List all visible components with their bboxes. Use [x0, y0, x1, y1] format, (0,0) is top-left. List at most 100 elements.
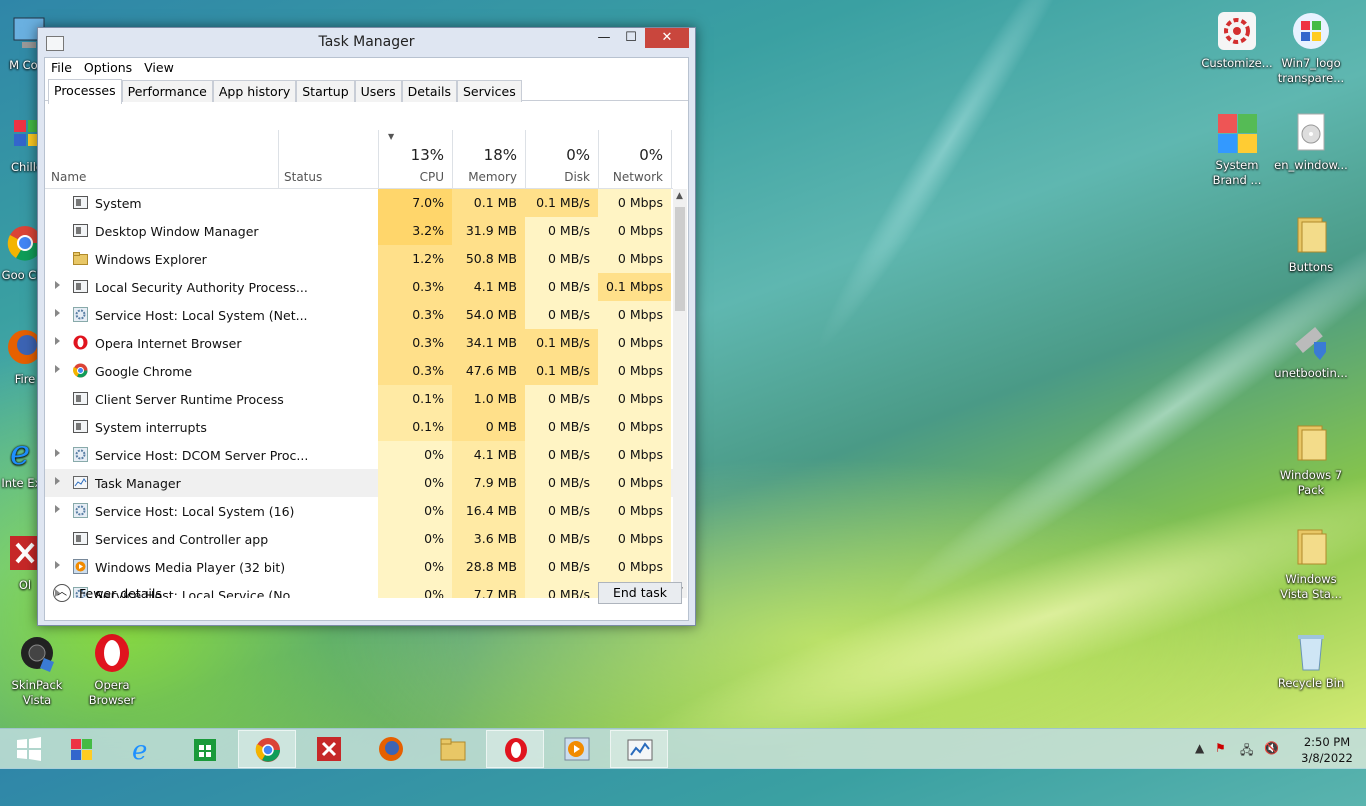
- desktop-icon-windows7-pack[interactable]: Windows 7 Pack: [1274, 422, 1348, 498]
- folder-icon: [1290, 422, 1332, 464]
- tab-users[interactable]: Users: [354, 80, 402, 102]
- column-cpu[interactable]: ▼ 13% CPU: [378, 130, 453, 188]
- taskbar-red-x-app[interactable]: [300, 730, 358, 768]
- taskbar-store[interactable]: [176, 730, 234, 768]
- taskbar-task-manager[interactable]: [610, 730, 668, 768]
- tab-startup[interactable]: Startup: [296, 80, 355, 102]
- close-button[interactable]: ✕: [645, 28, 689, 48]
- expand-chevron-icon[interactable]: [55, 449, 60, 457]
- tray-network-icon[interactable]: 🖧: [1240, 741, 1253, 762]
- svg-text:e: e: [10, 433, 30, 472]
- process-name: Client Server Runtime Process: [95, 392, 284, 407]
- process-cpu-cell: 0%: [378, 525, 452, 553]
- taskbar-opera[interactable]: [486, 730, 544, 768]
- tray-chevron-up-icon[interactable]: ▲: [1195, 741, 1204, 755]
- vertical-scrollbar[interactable]: ▲ ▼: [673, 189, 687, 598]
- process-net-cell: 0 Mbps: [598, 525, 671, 553]
- desktop-icon-opera-browser[interactable]: Opera Browser: [75, 632, 149, 708]
- process-net-cell: 0 Mbps: [598, 301, 671, 329]
- expand-chevron-icon[interactable]: [55, 337, 60, 345]
- desktop-icon-buttons[interactable]: Buttons: [1274, 214, 1348, 275]
- desktop-icon-unetbootin[interactable]: unetbootin...: [1274, 320, 1348, 381]
- process-row[interactable]: Windows Media Player (32 bit) 0% 28.8 MB 0 …: [45, 553, 673, 581]
- tab-performance[interactable]: Performance: [121, 80, 213, 102]
- folder-icon: [440, 738, 466, 761]
- process-row[interactable]: System 7.0% 0.1 MB 0.1 MB/s 0 Mbps: [45, 189, 673, 217]
- expand-chevron-icon[interactable]: [55, 281, 60, 289]
- process-net-cell: 0 Mbps: [598, 413, 671, 441]
- process-mem-cell: 1.0 MB: [452, 385, 525, 413]
- process-row[interactable]: Client Server Runtime Process 0.1% 1.0 MB 0…: [45, 385, 673, 413]
- menu-file[interactable]: File: [45, 58, 78, 78]
- desktop-icon-recycle-bin[interactable]: Recycle Bin: [1274, 630, 1348, 691]
- process-row[interactable]: Google Chrome 0.3% 47.6 MB 0.1 MB/s 0 Mbps: [45, 357, 673, 385]
- process-row[interactable]: Services and Controller app 0% 3.6 MB 0 MB/…: [45, 525, 673, 553]
- tray-flag-alert-icon[interactable]: ⚑: [1215, 741, 1226, 755]
- end-task-button[interactable]: End task: [598, 582, 682, 604]
- task-manager-window[interactable]: Task Manager — ☐ ✕ File Options View Pro…: [37, 27, 696, 626]
- process-net-cell: 0 Mbps: [598, 385, 671, 413]
- expand-chevron-icon[interactable]: [55, 561, 60, 569]
- column-memory[interactable]: 18% Memory: [452, 130, 526, 188]
- process-name: Google Chrome: [95, 364, 193, 379]
- taskbar-media-player[interactable]: [548, 730, 606, 768]
- menu-view[interactable]: View: [138, 58, 180, 78]
- desktop-icon-customize[interactable]: Customize...: [1200, 10, 1274, 71]
- customize-gear-icon: [1216, 10, 1258, 52]
- windows-flag-icon: [71, 739, 92, 760]
- fewer-details-button[interactable]: ︿ Fewer details: [53, 584, 162, 602]
- desktop-icon-win7-logo[interactable]: Win7_logo transpare...: [1274, 10, 1348, 86]
- process-net-cell: 0 Mbps: [598, 245, 671, 273]
- process-row[interactable]: Service Host: DCOM Server Proc... 0% 4.1 M…: [45, 441, 673, 469]
- process-status: [278, 329, 378, 357]
- taskbar-google-chrome[interactable]: [238, 730, 296, 768]
- process-mem-cell: 47.6 MB: [452, 357, 525, 385]
- process-status: [278, 497, 378, 525]
- expand-chevron-icon[interactable]: [55, 505, 60, 513]
- process-row[interactable]: Opera Internet Browser 0.3% 34.1 MB 0.1 MB/…: [45, 329, 673, 357]
- start-button[interactable]: [0, 730, 58, 768]
- red-x-icon: [317, 737, 341, 761]
- desktop-icon-system-brand[interactable]: System Brand ...: [1200, 112, 1274, 188]
- scroll-up-icon[interactable]: ▲: [676, 191, 683, 201]
- process-row[interactable]: Task Manager 0% 7.9 MB 0 MB/s 0 Mbps: [45, 469, 673, 497]
- process-mem-cell: 7.9 MB: [452, 469, 525, 497]
- taskbar-firefox[interactable]: [362, 730, 420, 768]
- desktop-icon-en-windows[interactable]: en_window...: [1274, 112, 1348, 173]
- taskbar-internet-explorer[interactable]: e: [114, 730, 172, 768]
- process-row[interactable]: Windows Explorer 1.2% 50.8 MB 0 MB/s 0 Mbps: [45, 245, 673, 273]
- process-icon: [73, 531, 88, 546]
- expand-chevron-icon[interactable]: [55, 365, 60, 373]
- maximize-button[interactable]: ☐: [618, 28, 644, 48]
- taskbar-file-explorer[interactable]: [424, 730, 482, 768]
- minimize-button[interactable]: —: [591, 28, 617, 48]
- column-name[interactable]: Name: [45, 130, 279, 188]
- usb-shield-icon: [1290, 320, 1332, 362]
- process-row[interactable]: Service Host: Local System (Net... 0.3% 54…: [45, 301, 673, 329]
- expand-chevron-icon[interactable]: [55, 309, 60, 317]
- title-bar[interactable]: Task Manager — ☐ ✕: [38, 28, 695, 56]
- process-cpu-cell: 0%: [378, 581, 452, 598]
- tab-details[interactable]: Details: [401, 80, 457, 102]
- column-network[interactable]: 0% Network: [598, 130, 672, 188]
- process-row[interactable]: Local Security Authority Process... 0.3% 4…: [45, 273, 673, 301]
- column-status[interactable]: Status: [278, 130, 379, 188]
- tab-app-history[interactable]: App history: [212, 80, 297, 102]
- menu-options[interactable]: Options: [78, 58, 138, 78]
- taskbar-windows7-flag[interactable]: [52, 730, 110, 768]
- scroll-thumb[interactable]: [675, 207, 685, 311]
- expand-chevron-icon[interactable]: [55, 477, 60, 485]
- process-icon: [73, 279, 88, 294]
- desktop-icon-windows-vista-sta[interactable]: Windows Vista Sta...: [1274, 526, 1348, 602]
- process-row[interactable]: Desktop Window Manager 3.2% 31.9 MB 0 MB/s 0…: [45, 217, 673, 245]
- column-disk[interactable]: 0% Disk: [525, 130, 599, 188]
- process-status: [278, 217, 378, 245]
- system-clock[interactable]: 2:50 PM 3/8/2022: [1292, 734, 1362, 766]
- desktop-icon-skinpack-vista[interactable]: SkinPack Vista: [0, 632, 74, 708]
- tab-processes[interactable]: Processes: [48, 79, 122, 104]
- tab-services[interactable]: Services: [457, 80, 522, 102]
- process-row[interactable]: System interrupts 0.1% 0 MB 0 MB/s 0 Mbps: [45, 413, 673, 441]
- process-row[interactable]: Service Host: Local System (16) 0% 16.4 MB…: [45, 497, 673, 525]
- tray-volume-muted-icon[interactable]: 🔇: [1264, 741, 1279, 755]
- win7-logo-icon: [1290, 10, 1332, 52]
